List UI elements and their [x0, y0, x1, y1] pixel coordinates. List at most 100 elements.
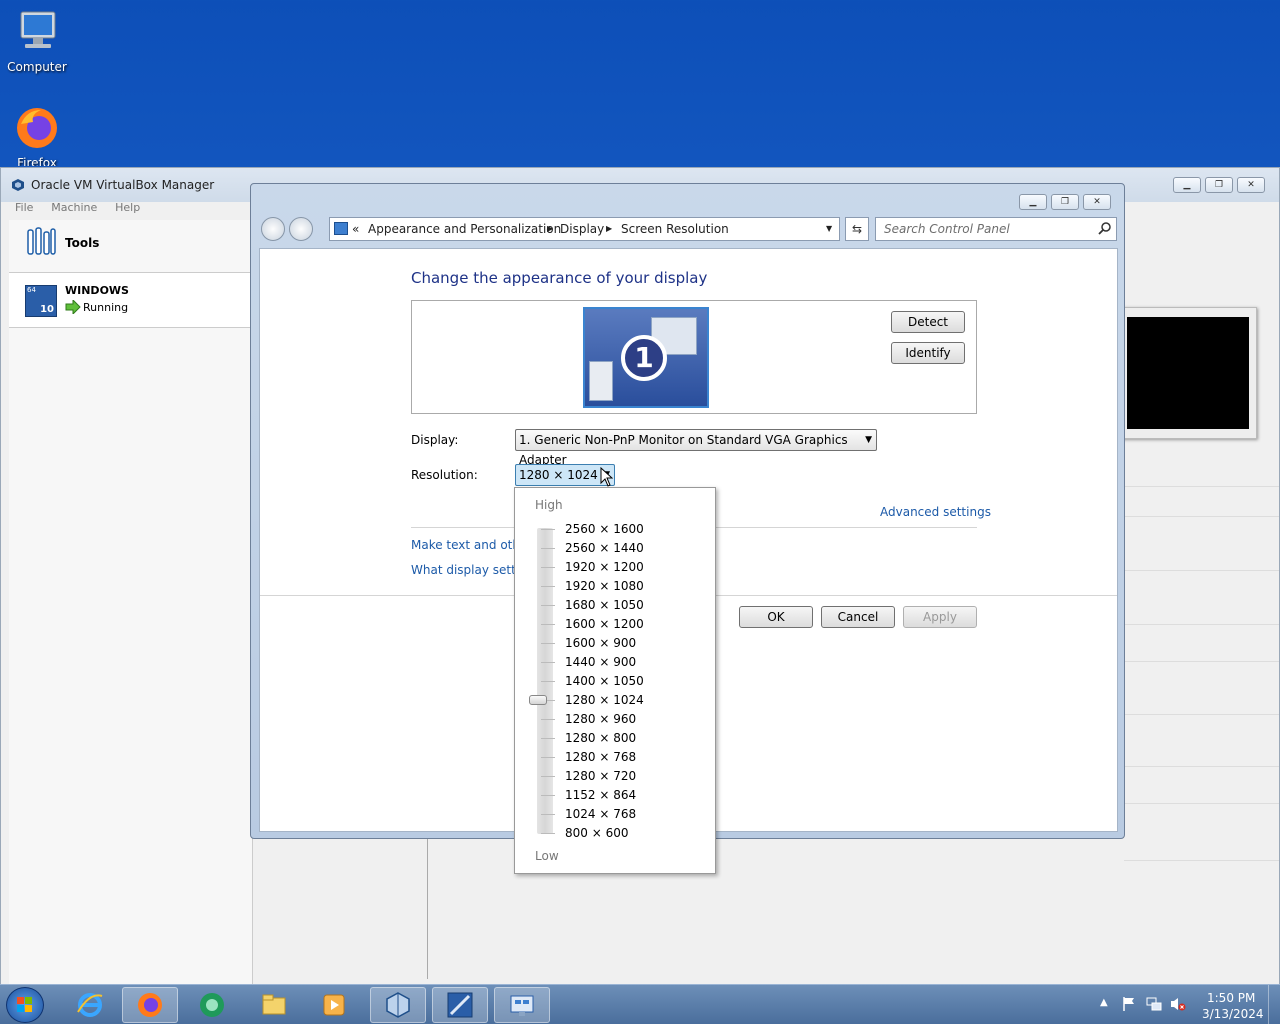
resolution-option[interactable]: 1600 × 1200 [565, 617, 644, 631]
forward-button[interactable] [289, 217, 313, 241]
running-arrow-icon [65, 298, 81, 317]
volume-muted-icon[interactable] [1170, 996, 1186, 1015]
desktop-icon-label: Computer [7, 60, 67, 74]
file-explorer-icon[interactable] [246, 987, 302, 1023]
slider-tick [541, 605, 555, 606]
vbox-close-button[interactable]: ✕ [1237, 177, 1265, 193]
slider-tick [541, 624, 555, 625]
display-label: Display: [411, 433, 459, 447]
search-placeholder: Search Control Panel [884, 222, 1010, 236]
slider-tick [541, 833, 555, 834]
display-select[interactable]: 1. Generic Non-PnP Monitor on Standard V… [515, 429, 877, 467]
resolution-option[interactable]: 1440 × 900 [565, 655, 636, 669]
tools-item[interactable]: Tools [9, 220, 253, 270]
clock-time[interactable]: 1:50 PM [1207, 991, 1255, 1005]
virtualbox-icon[interactable] [370, 987, 426, 1023]
chevron-down-icon: ▼ [865, 435, 872, 445]
resolution-option[interactable]: 1280 × 768 [565, 750, 636, 764]
clock-date[interactable]: 3/13/2024 [1202, 1007, 1264, 1021]
internet-explorer-icon[interactable] [62, 987, 118, 1023]
menu-help[interactable]: Help [115, 201, 140, 214]
cp-minimize-button[interactable]: ▁ [1019, 194, 1047, 210]
resolution-option[interactable]: 1280 × 720 [565, 769, 636, 783]
breadcrumb-arrow-icon: ▶ [606, 224, 613, 233]
dropdown-low-label: Low [535, 849, 559, 863]
vm-preview [1119, 307, 1257, 439]
firefox-icon [13, 104, 61, 152]
resolution-option[interactable]: 1152 × 864 [565, 788, 636, 802]
search-icon[interactable] [1098, 221, 1112, 238]
breadcrumb-screen-resolution[interactable]: Screen Resolution [621, 222, 729, 236]
firefox-icon[interactable] [122, 987, 178, 1023]
media-center-icon[interactable] [184, 987, 240, 1023]
resolution-option[interactable]: 2560 × 1440 [565, 541, 644, 555]
resolution-slider-thumb[interactable] [529, 695, 547, 705]
system-tray: ▲ 1:50 PM 3/13/2024 [1090, 985, 1280, 1024]
taskbar: ▲ 1:50 PM 3/13/2024 [0, 984, 1280, 1024]
start-button[interactable] [6, 987, 44, 1023]
resolution-option[interactable]: 800 × 600 [565, 826, 629, 840]
vm-item-windows[interactable]: 64 10 WINDOWS Running [9, 272, 253, 328]
monitor-number-badge: 1 [621, 335, 667, 381]
network-icon[interactable] [1146, 996, 1162, 1015]
identify-button[interactable]: Identify [891, 342, 965, 364]
menu-machine[interactable]: Machine [51, 201, 97, 214]
resolution-option[interactable]: 1280 × 800 [565, 731, 636, 745]
vm-name: WINDOWS [65, 284, 129, 297]
vbox-divider [427, 834, 428, 979]
media-player-icon[interactable] [306, 987, 362, 1023]
detect-button[interactable]: Detect [891, 311, 965, 333]
address-dropdown-icon[interactable]: ▼ [826, 224, 832, 233]
vbox-title: Oracle VM VirtualBox Manager [31, 178, 215, 192]
refresh-icon[interactable]: ⇆ [845, 217, 869, 241]
breadcrumb-display[interactable]: Display [560, 222, 604, 236]
apply-button[interactable]: Apply [903, 606, 977, 628]
vbox-minimize-button[interactable]: ▁ [1173, 177, 1201, 193]
slider-tick [541, 719, 555, 720]
cp-navbar: « Appearance and Personalization ▶ Displ… [259, 214, 1118, 244]
search-input[interactable]: Search Control Panel [875, 217, 1117, 241]
resolution-option[interactable]: 1024 × 768 [565, 807, 636, 821]
vm-state: Running [83, 301, 129, 314]
show-hidden-icons-icon[interactable]: ▲ [1100, 997, 1108, 1008]
resolution-option[interactable]: 1920 × 1200 [565, 560, 644, 574]
advanced-settings-link[interactable]: Advanced settings [880, 505, 991, 519]
slider-tick [541, 586, 555, 587]
cancel-button[interactable]: Cancel [821, 606, 895, 628]
slider-tick [541, 548, 555, 549]
slider-tick [541, 529, 555, 530]
menu-file[interactable]: File [15, 201, 33, 214]
slider-tick [541, 643, 555, 644]
windows10-vm-icon[interactable] [432, 987, 488, 1023]
resolution-option[interactable]: 1600 × 900 [565, 636, 636, 650]
resolution-option[interactable]: 1680 × 1050 [565, 598, 644, 612]
tools-icon [25, 226, 57, 261]
page-title: Change the appearance of your display [411, 269, 708, 287]
monitor-arrangement: 1 Detect Identify [411, 300, 977, 414]
resolution-option[interactable]: 1280 × 960 [565, 712, 636, 726]
desktop-icon-firefox[interactable]: Firefox [1, 104, 73, 166]
address-bar[interactable]: « Appearance and Personalization ▶ Displ… [329, 217, 840, 241]
computer-icon [13, 8, 61, 56]
vbox-machine-list: Tools 64 10 WINDOWS Running [9, 220, 253, 984]
cp-close-button[interactable]: ✕ [1083, 194, 1111, 210]
back-button[interactable] [261, 217, 285, 241]
show-desktop-button[interactable] [1268, 985, 1280, 1024]
monitor-1-tile[interactable]: 1 [583, 307, 709, 408]
desktop-icon-computer[interactable]: Computer [1, 8, 73, 74]
resolution-option[interactable]: 2560 × 1600 [565, 522, 644, 536]
action-center-flag-icon[interactable] [1122, 996, 1136, 1015]
desktop-icon-label: Firefox [17, 156, 57, 166]
breadcrumb-appearance[interactable]: Appearance and Personalization [368, 222, 561, 236]
cp-maximize-button[interactable]: ❐ [1051, 194, 1079, 210]
vbox-maximize-button[interactable]: ❐ [1205, 177, 1233, 193]
slider-tick [541, 662, 555, 663]
resolution-option[interactable]: 1280 × 1024 [565, 693, 644, 707]
resolution-option[interactable]: 1920 × 1080 [565, 579, 644, 593]
slider-tick [541, 681, 555, 682]
slider-tick [541, 757, 555, 758]
control-panel-icon[interactable] [494, 987, 550, 1023]
ok-button[interactable]: OK [739, 606, 813, 628]
slider-tick [541, 795, 555, 796]
resolution-option[interactable]: 1400 × 1050 [565, 674, 644, 688]
